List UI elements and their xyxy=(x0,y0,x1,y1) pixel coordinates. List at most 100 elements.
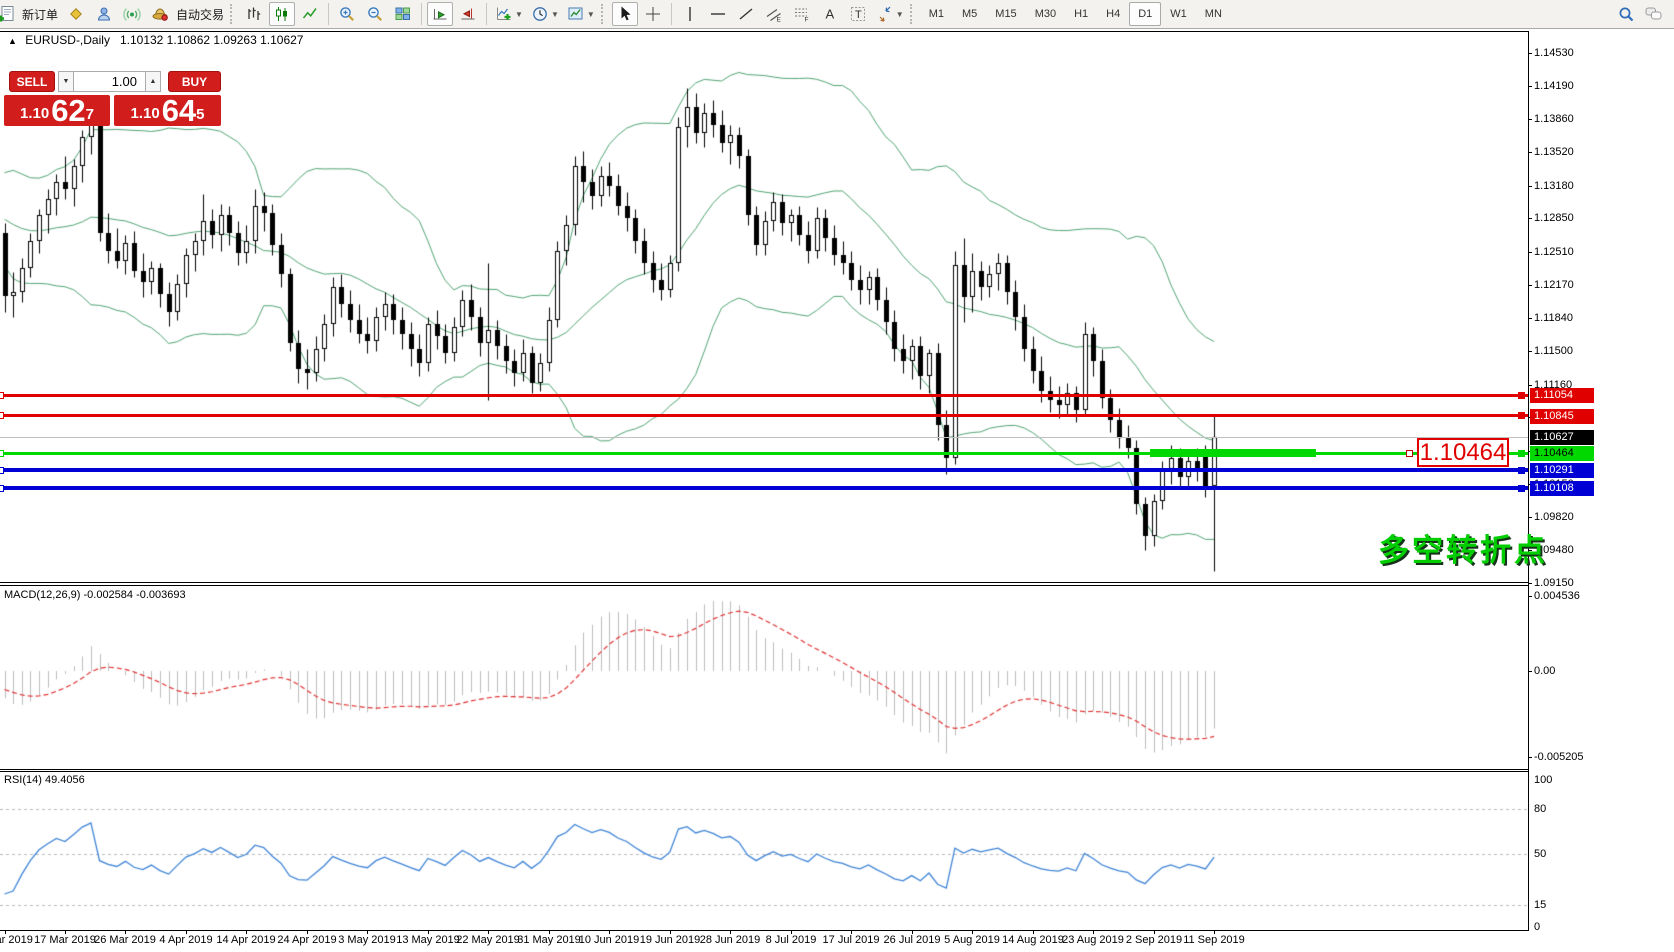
line-endpoint-handle[interactable] xyxy=(1518,392,1525,399)
text-button[interactable]: A xyxy=(817,2,843,26)
crosshair-button[interactable] xyxy=(640,2,666,26)
price-tick-label: 1.14190 xyxy=(1534,80,1574,92)
timeframe-m5[interactable]: M5 xyxy=(953,2,986,26)
line-chart-button[interactable] xyxy=(297,2,323,26)
price-badge: 1.10845 xyxy=(1530,409,1594,424)
horizontal-line-object[interactable] xyxy=(0,468,1528,472)
horizontal-line-object[interactable] xyxy=(0,486,1528,490)
timeframe-m15[interactable]: M15 xyxy=(986,2,1025,26)
zoom-in-button[interactable] xyxy=(334,2,360,26)
auto-scroll-button[interactable] xyxy=(427,2,453,26)
chevron-down-icon: ▼ xyxy=(587,10,595,19)
toolbar-drag-handle[interactable] xyxy=(230,4,236,24)
line-endpoint-handle[interactable] xyxy=(0,467,4,474)
sell-button[interactable]: SELL xyxy=(9,71,55,92)
svg-text:E: E xyxy=(776,17,781,24)
horizontal-line-object[interactable] xyxy=(0,394,1528,397)
autotrade-icon xyxy=(151,5,169,23)
text-label-button[interactable]: T xyxy=(845,2,871,26)
volume-up-button[interactable]: ▲ xyxy=(145,71,161,92)
zoom-in-icon xyxy=(338,5,356,23)
periods-button[interactable]: ▼ xyxy=(528,2,562,26)
rsi-pane-canvas[interactable] xyxy=(0,771,1528,930)
collapse-panel-icon[interactable]: ▲ xyxy=(8,36,17,46)
fibonacci-button[interactable]: F xyxy=(789,2,815,26)
line-endpoint-handle[interactable] xyxy=(0,392,4,399)
search-button[interactable] xyxy=(1613,2,1639,26)
date-tick-label: 22 May 2019 xyxy=(456,934,520,946)
pane-divider[interactable] xyxy=(0,771,1529,772)
annotation-handle[interactable] xyxy=(1406,450,1413,457)
price-badge: 1.11054 xyxy=(1530,388,1594,403)
horizontal-line-button[interactable] xyxy=(705,2,731,26)
timeframe-toolbar: M1M5M15M30H1H4D1W1MN xyxy=(920,2,1231,26)
macd-tick-label: 0.004536 xyxy=(1534,590,1580,602)
timeframe-w1[interactable]: W1 xyxy=(1161,2,1196,26)
template-button[interactable]: ▼ xyxy=(564,2,598,26)
line-endpoint-handle[interactable] xyxy=(1518,467,1525,474)
line-endpoint-handle[interactable] xyxy=(0,412,4,419)
line-endpoint-handle[interactable] xyxy=(0,485,4,492)
date-tick-label: 3 May 2019 xyxy=(338,934,395,946)
sell-price[interactable]: 1.10 62 7 xyxy=(4,95,110,126)
line-endpoint-handle[interactable] xyxy=(1518,450,1525,457)
buy-price[interactable]: 1.10 64 5 xyxy=(114,95,221,126)
chart-window[interactable]: 1.145301.141901.138601.135201.131801.128… xyxy=(0,29,1674,952)
timeframe-m30[interactable]: M30 xyxy=(1026,2,1065,26)
new-order-button[interactable] xyxy=(0,2,19,26)
buy-button[interactable]: BUY xyxy=(168,71,221,92)
timeframe-h4[interactable]: H4 xyxy=(1097,2,1129,26)
timeframe-mn[interactable]: MN xyxy=(1196,2,1231,26)
vertical-line-button[interactable] xyxy=(677,2,703,26)
toolbar-drag-handle[interactable] xyxy=(910,4,916,24)
candlestick-chart-button[interactable] xyxy=(269,2,295,26)
auto-scroll-icon xyxy=(431,5,449,23)
chart-shift-button[interactable] xyxy=(455,2,481,26)
volume-input[interactable] xyxy=(73,71,146,92)
turning-point-annotation[interactable]: 多空转折点 xyxy=(1378,525,1548,570)
macd-pane-canvas[interactable] xyxy=(0,585,1528,769)
channel-button[interactable]: E xyxy=(761,2,787,26)
pane-divider[interactable] xyxy=(0,585,1529,586)
price-axis-line[interactable] xyxy=(1528,31,1529,931)
trendline-button[interactable] xyxy=(733,2,759,26)
line-endpoint-handle[interactable] xyxy=(1518,412,1525,419)
pane-divider[interactable] xyxy=(0,582,1529,583)
level-annotation[interactable]: 1.10464 xyxy=(1417,438,1509,467)
chat-button[interactable] xyxy=(1641,2,1667,26)
timeframe-d1[interactable]: D1 xyxy=(1129,2,1161,26)
rsi-tick-label: 0 xyxy=(1534,921,1540,933)
autotrade-label[interactable]: 自动交易 xyxy=(176,6,224,23)
horizontal-line-object[interactable] xyxy=(0,414,1528,417)
svg-text:T: T xyxy=(855,9,862,21)
line-endpoint-handle[interactable] xyxy=(0,450,4,457)
metaeditor-button[interactable] xyxy=(63,2,89,26)
price-chart-canvas[interactable] xyxy=(0,29,1528,583)
date-tick-label: 11 Sep 2019 xyxy=(1183,934,1245,946)
volume-down-button[interactable]: ▼ xyxy=(58,71,74,92)
triangle-up-icon: ▲ xyxy=(150,78,157,85)
timeframe-h1[interactable]: H1 xyxy=(1065,2,1097,26)
chat-icon xyxy=(1644,5,1664,23)
zoom-out-button[interactable] xyxy=(362,2,388,26)
line-endpoint-handle[interactable] xyxy=(1518,485,1525,492)
price-tick-label: 1.13180 xyxy=(1534,180,1574,192)
trend-segment-object[interactable] xyxy=(1150,449,1316,457)
signals-button[interactable] xyxy=(119,2,145,26)
horizontal-line-icon xyxy=(709,5,727,23)
market-watch-button[interactable] xyxy=(91,2,117,26)
price-tick-label: 1.11840 xyxy=(1534,312,1573,324)
toolbar-drag-handle[interactable] xyxy=(601,4,607,24)
tile-windows-button[interactable] xyxy=(390,2,416,26)
new-order-label[interactable]: 新订单 xyxy=(22,6,58,23)
cursor-button[interactable] xyxy=(612,2,638,26)
add-indicator-button[interactable]: ▼ xyxy=(492,2,526,26)
rsi-tick-label: 50 xyxy=(1534,848,1546,860)
bar-chart-button[interactable] xyxy=(241,2,267,26)
date-tick-label: 31 May 2019 xyxy=(517,934,581,946)
autotrade-button[interactable] xyxy=(147,2,173,26)
pane-divider[interactable] xyxy=(0,769,1529,770)
arrows-button[interactable]: ▼ xyxy=(873,2,907,26)
signals-icon xyxy=(123,5,141,23)
timeframe-m1[interactable]: M1 xyxy=(920,2,953,26)
